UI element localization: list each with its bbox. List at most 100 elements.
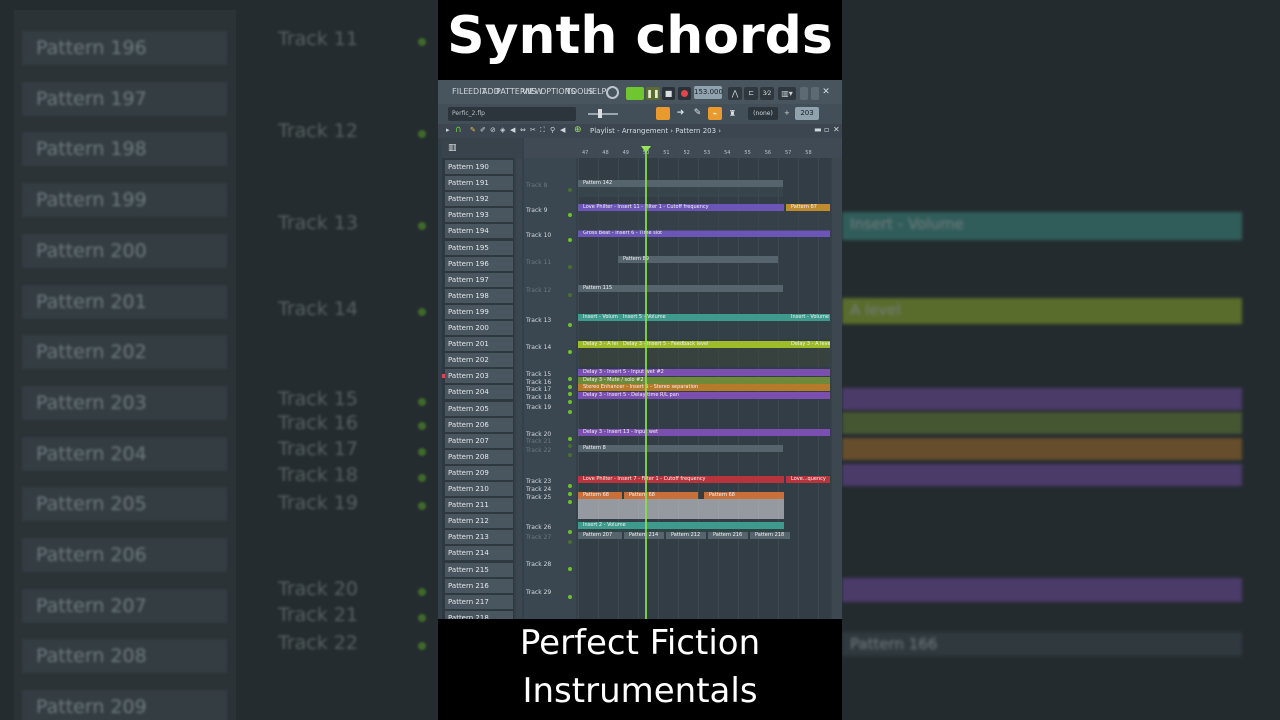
pattern-item[interactable]: Pattern 209	[445, 465, 513, 480]
track-enable-led[interactable]	[568, 392, 572, 396]
magnet-icon[interactable]: ∩	[455, 125, 462, 135]
pattern-item[interactable]: Pattern 206	[445, 417, 513, 432]
link-icon[interactable]: ⌁	[708, 107, 722, 120]
pattern-item[interactable]: Pattern 202	[445, 353, 513, 368]
track-label[interactable]: Track 11	[526, 259, 551, 266]
song-mode-toggle[interactable]	[626, 87, 644, 100]
track-enable-led[interactable]	[568, 265, 572, 269]
mute-tool-icon[interactable]: ◈	[500, 126, 505, 134]
track-label[interactable]: Track 25	[526, 494, 551, 501]
playlist-clip[interactable]: Insert - Volume	[786, 314, 830, 321]
playlist-clip[interactable]: Love Philter - Insert 11 - Filter 1 - Cu…	[578, 204, 784, 211]
pattern-item[interactable]: Pattern 195	[445, 240, 513, 255]
track-enable-led[interactable]	[568, 500, 572, 504]
window-minimize-icon[interactable]: ▬	[814, 125, 822, 134]
playlist-grid[interactable]: Pattern 142 Love Philter - Insert 11 - Fi…	[578, 158, 830, 619]
picker-scrollbar[interactable]	[516, 158, 522, 619]
plus-icon[interactable]: +	[784, 107, 792, 120]
playlist-clip[interactable]: Delay 3 - Insert 13 - Input wet	[578, 429, 830, 436]
playlist-clip[interactable]: Pattern 68	[578, 492, 622, 499]
pattern-item[interactable]: Pattern 193	[445, 208, 513, 223]
track-enable-led[interactable]	[568, 484, 572, 488]
select-tool-icon[interactable]: ⛶	[540, 126, 545, 135]
playlist-clip[interactable]: Pattern 214	[624, 532, 664, 539]
track-label[interactable]: Track 28	[526, 561, 551, 568]
pattern-item[interactable]: Pattern 199	[445, 304, 513, 319]
track-label[interactable]: Track 22	[526, 447, 551, 454]
track-enable-led[interactable]	[568, 540, 572, 544]
window-restore-icon[interactable]: ▫	[824, 125, 829, 134]
track-label[interactable]: Track 29	[526, 589, 551, 596]
pattern-item[interactable]: Pattern 210	[445, 482, 513, 496]
wait-input-icon[interactable]: ⊏	[744, 87, 758, 100]
track-enable-led[interactable]	[568, 323, 572, 327]
playlist-clip[interactable]: Gross Beat - Insert 6 - Time slot	[578, 230, 830, 237]
tempo-display[interactable]: 153.000	[694, 86, 723, 99]
playlist-clip[interactable]: Pattern 216	[708, 532, 748, 539]
track-enable-led[interactable]	[568, 213, 572, 217]
track-label[interactable]: Track 8	[526, 182, 547, 189]
main-volume-slider[interactable]	[588, 108, 618, 119]
pattern-item[interactable]: Pattern 205	[445, 401, 513, 416]
timeline-ruler[interactable]: 474849505152535455565758	[524, 138, 842, 158]
track-label[interactable]: Track 13	[526, 317, 551, 324]
pattern-item[interactable]: Pattern 201	[445, 337, 513, 352]
track-label[interactable]: Track 18	[526, 394, 551, 401]
playlist-clip[interactable]: Pattern 68	[624, 492, 698, 499]
track-label[interactable]: Track 20	[526, 431, 551, 438]
playlist-clip[interactable]: Love...quency	[786, 476, 830, 483]
track-enable-led[interactable]	[568, 453, 572, 457]
playlist-clip[interactable]: Delay 3 - Mute / solo #2	[578, 377, 830, 384]
track-enable-led[interactable]	[568, 444, 572, 448]
step-edit-icon[interactable]: ▥▾	[778, 87, 796, 100]
window-close-icon[interactable]: ✕	[833, 125, 840, 134]
track-label[interactable]: Track 26	[526, 524, 551, 531]
arrow-right-icon[interactable]: ➜	[674, 107, 687, 120]
track-label[interactable]: Track 21	[526, 438, 551, 445]
pattern-item[interactable]: Pattern 216	[445, 578, 513, 593]
pattern-item[interactable]: Pattern 217	[445, 594, 513, 609]
playlist-clip[interactable]: Delay 3 - A level	[578, 341, 618, 348]
play-arrow-icon[interactable]: ▸	[446, 126, 450, 134]
track-enable-led[interactable]	[568, 567, 572, 571]
playlist-clip[interactable]: Pattern 142	[578, 180, 783, 187]
playlist-clip[interactable]: Delay 3 - Insert 5 - Feedback level	[618, 341, 786, 348]
pattern-item[interactable]: Pattern 215	[445, 562, 513, 577]
track-enable-led[interactable]	[568, 437, 572, 441]
pattern-item[interactable]: Pattern 211	[445, 498, 513, 513]
pattern-item[interactable]: Pattern 218	[445, 610, 513, 619]
pattern-item[interactable]: Pattern 200	[445, 321, 513, 335]
track-label[interactable]: Track 17	[526, 386, 551, 393]
pattern-item[interactable]: Pattern 197	[445, 272, 513, 287]
track-enable-led[interactable]	[568, 595, 572, 599]
track-label[interactable]: Track 19	[526, 404, 551, 411]
minimize-button[interactable]	[800, 87, 808, 100]
play-button[interactable]: ❚❚	[646, 87, 660, 100]
countdown-icon[interactable]: 3⁄2	[760, 87, 774, 100]
pattern-item[interactable]: Pattern 212	[445, 514, 513, 529]
slip-tool-icon[interactable]: ⇔	[520, 126, 526, 134]
paint-tool-icon[interactable]: ✐	[480, 126, 486, 134]
playback-tool-icon[interactable]: ◀	[560, 126, 565, 134]
track-label[interactable]: Track 14	[526, 344, 551, 351]
typing-keyboard-icon[interactable]	[656, 107, 670, 120]
playlist-clip[interactable]: Insert 5 - Volume	[618, 314, 786, 321]
track-label[interactable]: Track 16	[526, 379, 551, 386]
track-enable-led[interactable]	[568, 188, 572, 192]
playlist-clip[interactable]: Delay 3 - Insert 5 - Delay time R/L pan	[578, 392, 830, 399]
pattern-item[interactable]: Pattern 208	[445, 449, 513, 464]
playlist-clip[interactable]: Stereo Enhancer - Insert 5 - Stereo sepa…	[578, 384, 830, 391]
playlist-clip[interactable]: Pattern 207	[578, 532, 622, 539]
track-enable-led[interactable]	[568, 238, 572, 242]
pencil-icon[interactable]: ✎	[691, 107, 704, 120]
playlist-clip[interactable]: Pattern 89	[618, 256, 778, 263]
track-enable-led[interactable]	[568, 293, 572, 297]
browser-icon[interactable]: ♜	[726, 107, 739, 120]
track-enable-led[interactable]	[568, 492, 572, 496]
playlist-clip[interactable]: Pattern 68	[704, 492, 784, 499]
pattern-selector[interactable]: 203	[795, 107, 819, 120]
pattern-item[interactable]: Pattern 207	[445, 433, 513, 448]
track-label[interactable]: Track 27	[526, 534, 551, 541]
playlist-clip[interactable]: Delay 3 - Insert 5 - Input wet #2	[578, 369, 830, 376]
track-label[interactable]: Track 15	[526, 371, 551, 378]
